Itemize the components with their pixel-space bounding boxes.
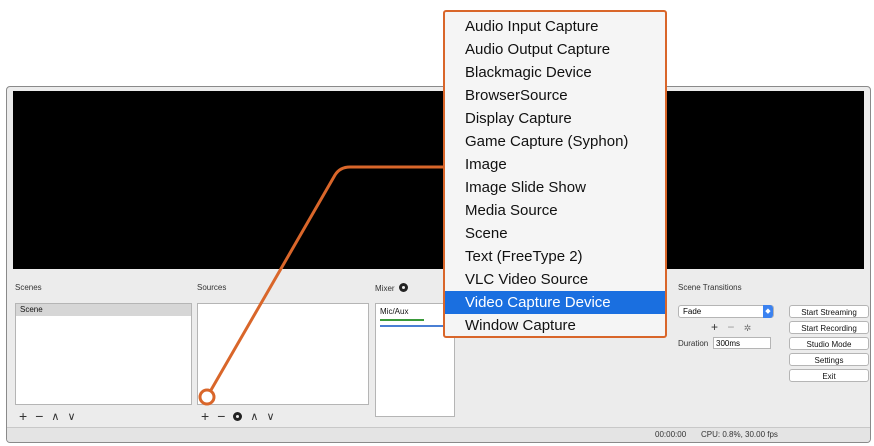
move-source-up-button[interactable]: ∧	[250, 410, 258, 423]
menu-item[interactable]: Window Capture	[445, 314, 665, 337]
menu-item[interactable]: Image Slide Show	[445, 176, 665, 199]
menu-item[interactable]: Blackmagic Device	[445, 61, 665, 84]
duration-label: Duration	[678, 339, 709, 348]
status-time: 00:00:00	[655, 430, 687, 439]
add-source-menu: Audio Input Capture Audio Output Capture B…	[443, 10, 667, 338]
transition-toolbar: + − ✲	[711, 320, 751, 334]
remove-transition-button[interactable]: −	[727, 320, 734, 334]
sources-list[interactable]	[197, 303, 369, 405]
preview-canvas[interactable]	[42, 91, 837, 269]
add-scene-button[interactable]: +	[19, 408, 27, 424]
scenes-list[interactable]: Scene	[15, 303, 192, 405]
studio-mode-button[interactable]: Studio Mode	[789, 337, 869, 350]
mixer-volume-meter	[380, 319, 424, 321]
exit-button[interactable]: Exit	[789, 369, 869, 382]
menu-item[interactable]: Display Capture	[445, 107, 665, 130]
move-source-down-button[interactable]: ∨	[266, 410, 274, 423]
menu-item[interactable]: Text (FreeType 2)	[445, 245, 665, 268]
duration-input[interactable]: 300ms	[713, 337, 771, 349]
settings-button[interactable]: Settings	[789, 353, 869, 366]
add-source-button[interactable]: +	[201, 408, 209, 424]
menu-item[interactable]: Game Capture (Syphon)	[445, 130, 665, 153]
scenes-title: Scenes	[15, 283, 42, 292]
menu-item[interactable]: Audio Input Capture	[445, 15, 665, 38]
menu-item[interactable]: Image	[445, 153, 665, 176]
menu-item[interactable]: BrowserSource	[445, 84, 665, 107]
chevron-updown-icon: ◆	[763, 305, 773, 318]
obs-window: Scenes Scene + − ∧ ∨ Sources + − ∧ ∨ Mix…	[6, 86, 871, 443]
mixer-gear-icon[interactable]	[398, 283, 408, 292]
transition-select[interactable]: Fade ◆	[678, 305, 774, 318]
add-transition-button[interactable]: +	[711, 320, 718, 334]
source-properties-gear-icon[interactable]	[233, 411, 243, 421]
start-recording-button[interactable]: Start Recording	[789, 321, 869, 334]
mixer-title: Mixer	[375, 283, 408, 293]
menu-item[interactable]: Audio Output Capture	[445, 38, 665, 61]
remove-scene-button[interactable]: −	[35, 408, 43, 424]
remove-source-button[interactable]: −	[217, 408, 225, 424]
status-cpu: CPU: 0.8%, 30.00 fps	[701, 430, 778, 439]
menu-item[interactable]: Scene	[445, 222, 665, 245]
scenes-toolbar: + − ∧ ∨	[19, 407, 76, 425]
sources-title: Sources	[197, 283, 227, 292]
transition-gear-icon[interactable]: ✲	[744, 323, 752, 333]
menu-item[interactable]: Video Capture Device	[445, 291, 665, 314]
start-streaming-button[interactable]: Start Streaming	[789, 305, 869, 318]
preview-area	[13, 91, 864, 269]
menu-item[interactable]: VLC Video Source	[445, 268, 665, 291]
sources-toolbar: + − ∧ ∨	[201, 407, 275, 425]
mixer-volume-slider[interactable]	[380, 325, 450, 327]
move-scene-up-button[interactable]: ∧	[51, 410, 59, 423]
transitions-title: Scene Transitions	[678, 283, 742, 292]
status-bar: 00:00:00 CPU: 0.8%, 30.00 fps	[7, 427, 870, 442]
menu-item[interactable]: Media Source	[445, 199, 665, 222]
move-scene-down-button[interactable]: ∨	[67, 410, 75, 423]
scene-item[interactable]: Scene	[16, 304, 191, 316]
